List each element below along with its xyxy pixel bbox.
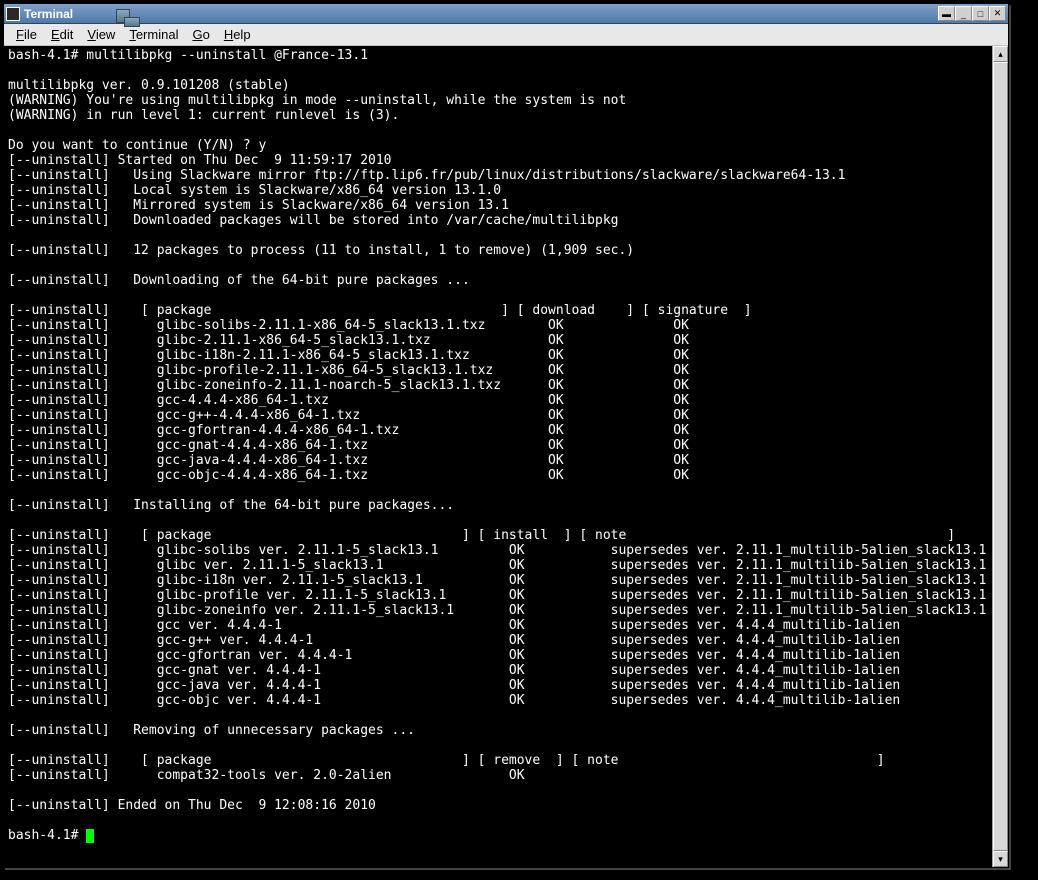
- shade-button[interactable]: ▬: [938, 6, 955, 21]
- scroll-down-button[interactable]: ▾: [993, 851, 1008, 867]
- close-button[interactable]: ✕: [989, 6, 1006, 21]
- menu-terminal[interactable]: Terminal: [123, 25, 184, 44]
- window-title: Terminal: [24, 7, 73, 21]
- scroll-up-button[interactable]: ▴: [993, 46, 1008, 62]
- menubar: File Edit View Terminal Go Help: [4, 24, 1008, 46]
- maximize-button[interactable]: □: [972, 6, 989, 21]
- window-controls: ▬ _ □ ✕: [938, 6, 1006, 21]
- menu-file[interactable]: File: [10, 25, 43, 44]
- scroll-track[interactable]: [993, 62, 1008, 851]
- menu-view[interactable]: View: [81, 25, 121, 44]
- menu-go[interactable]: Go: [186, 25, 215, 44]
- scrollbar[interactable]: ▴ ▾: [992, 46, 1008, 867]
- scroll-thumb[interactable]: [993, 62, 1008, 851]
- titlebar[interactable]: Terminal ▬ _ □ ✕: [4, 4, 1008, 24]
- menu-edit[interactable]: Edit: [45, 25, 79, 44]
- titlebar-left: Terminal: [6, 7, 73, 21]
- cursor: [86, 829, 94, 843]
- menu-help[interactable]: Help: [218, 25, 257, 44]
- terminal-window: Terminal ▬ _ □ ✕ File Edit View Terminal…: [3, 3, 1009, 868]
- terminal-area: bash-4.1# multilibpkg --uninstall @Franc…: [4, 46, 1008, 867]
- titlebar-notch: [124, 17, 140, 27]
- terminal-icon: [6, 7, 20, 21]
- terminal-output[interactable]: bash-4.1# multilibpkg --uninstall @Franc…: [4, 46, 992, 867]
- minimize-button[interactable]: _: [955, 6, 972, 21]
